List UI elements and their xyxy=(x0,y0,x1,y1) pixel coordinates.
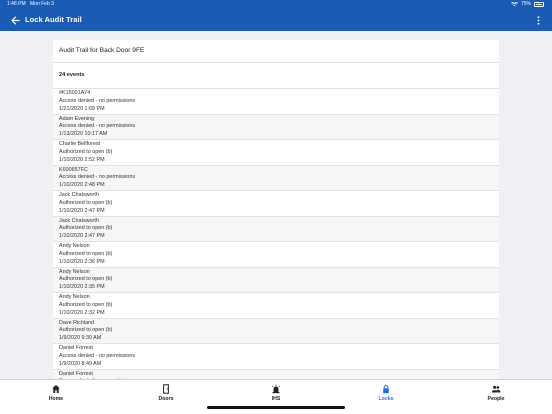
event-action: Authorized to open (b) xyxy=(59,327,113,334)
tab-home[interactable]: Home xyxy=(26,384,86,402)
app-bar: Lock Audit Trail xyxy=(0,9,552,31)
event-time: 1/21/2020 1:09 PM xyxy=(59,105,105,112)
event-row: Jack Chatsworth Authorized to open (b) 1/1… xyxy=(53,191,499,217)
event-time: 1/10/2020 2:36 PM xyxy=(59,258,105,265)
more-options-button[interactable] xyxy=(534,14,542,26)
event-time: 1/10/2020 2:47 PM xyxy=(59,207,105,214)
event-row: Andy Nelson Authorized to open (b) 1/10/20… xyxy=(53,267,499,293)
event-count: 24 events xyxy=(53,63,499,89)
tab-label: Locks xyxy=(378,396,394,402)
event-name: Charlie Bellforest xyxy=(59,141,101,147)
tab-locks[interactable]: Locks xyxy=(356,384,416,402)
wifi-icon xyxy=(510,2,518,7)
tab-label: IHS xyxy=(271,396,281,402)
event-action: Authorized to open (b) xyxy=(59,301,113,308)
alarm-icon xyxy=(272,384,280,394)
battery-icon xyxy=(534,2,544,7)
event-action: Authorized to open (b) xyxy=(59,250,113,257)
event-action: Authorized to open (b) xyxy=(59,276,113,283)
status-bar: 1:46 PM Mon Feb 3 75% xyxy=(0,0,552,9)
event-name: Adam Evening xyxy=(59,115,95,122)
event-name: Daniel Forrest xyxy=(59,370,93,377)
event-name: Andy Nelson xyxy=(59,268,90,275)
event-name: Jack Chatsworth xyxy=(59,192,99,198)
lock-icon xyxy=(383,384,389,394)
event-name: Andy Nelson xyxy=(59,294,90,300)
event-time: 1/9/2020 8:49 AM xyxy=(59,360,102,367)
tab-people[interactable]: People xyxy=(466,384,526,402)
event-action: Authorized to open (b) xyxy=(59,225,113,232)
tab-label: People xyxy=(487,396,505,402)
event-action: Authorized to open (b) xyxy=(59,199,113,206)
event-list: #K15001A74 Access denied - no permissions… xyxy=(53,89,499,382)
event-row: Andy Nelson Authorized to open (b) 1/10/20… xyxy=(53,242,499,268)
battery-percent: 75% xyxy=(520,1,531,7)
event-name: Andy Nelson xyxy=(59,243,90,249)
tab-doors[interactable]: Doors xyxy=(136,384,196,402)
back-button[interactable] xyxy=(9,14,21,26)
audit-trail-card: Audit Trail for Back Door 9FE 24 events … xyxy=(53,40,499,382)
event-action: Access denied - no permissions xyxy=(59,352,136,359)
event-name: #K15001A74 xyxy=(59,90,91,96)
card-header: Audit Trail for Back Door 9FE xyxy=(53,40,499,63)
event-time: 1/10/2020 2:48 PM xyxy=(59,182,105,189)
event-row: Dave Richland Authorized to open (b) 1/9/2… xyxy=(53,318,499,344)
event-row: Adam Evening Access denied - no permissio… xyxy=(53,114,499,140)
event-time: 1/10/2020 2:52 PM xyxy=(59,156,105,163)
event-name: Dave Richland xyxy=(59,319,95,326)
event-row: Charlie Bellforest Authorized to open (b)… xyxy=(53,140,499,166)
event-row: K600657FC Access denied - no permissions 1… xyxy=(53,165,499,191)
event-time: 1/9/2020 9:30 AM xyxy=(59,335,102,342)
event-name: Jack Chatsworth xyxy=(59,217,99,224)
event-name: Daniel Forrest xyxy=(59,345,93,351)
event-time: 1/10/2020 2:35 PM xyxy=(59,284,105,291)
event-name: K600657FC xyxy=(59,166,88,173)
tab-label: Doors xyxy=(158,396,174,402)
event-action: Access denied - no permissions xyxy=(59,174,136,181)
event-action: Access denied - no permissions xyxy=(59,97,136,104)
home-indicator xyxy=(207,406,345,409)
event-row: Daniel ForrestAccess denied - no permiss… xyxy=(53,344,499,370)
event-row: Andy Nelson Authorized to open (b) 1/10/20… xyxy=(53,293,499,319)
more-vertical-icon xyxy=(537,15,539,25)
event-row: Jack Chatsworth Authorized to open (b) 1/1… xyxy=(53,216,499,242)
page-title: Lock Audit Trail xyxy=(25,15,82,24)
status-time: 1:46 PM xyxy=(7,1,26,7)
home-icon xyxy=(52,385,60,393)
tab-label: Home xyxy=(48,396,64,402)
people-icon xyxy=(491,385,501,393)
event-time: 1/10/2020 2:32 PM xyxy=(59,309,105,316)
event-action: Authorized to open (b) xyxy=(59,148,113,155)
tab-ihs[interactable]: IHS xyxy=(246,384,306,402)
event-action: Access denied - no permissions xyxy=(59,123,136,130)
status-date: Mon Feb 3 xyxy=(30,1,54,7)
event-time: 1/13/2020 10:17 AM xyxy=(59,131,108,138)
door-icon xyxy=(163,384,169,394)
event-row: #K15001A74 Access denied - no permissions… xyxy=(53,89,499,115)
arrow-left-icon xyxy=(10,15,20,25)
event-time: 1/10/2020 2:47 PM xyxy=(59,233,105,240)
